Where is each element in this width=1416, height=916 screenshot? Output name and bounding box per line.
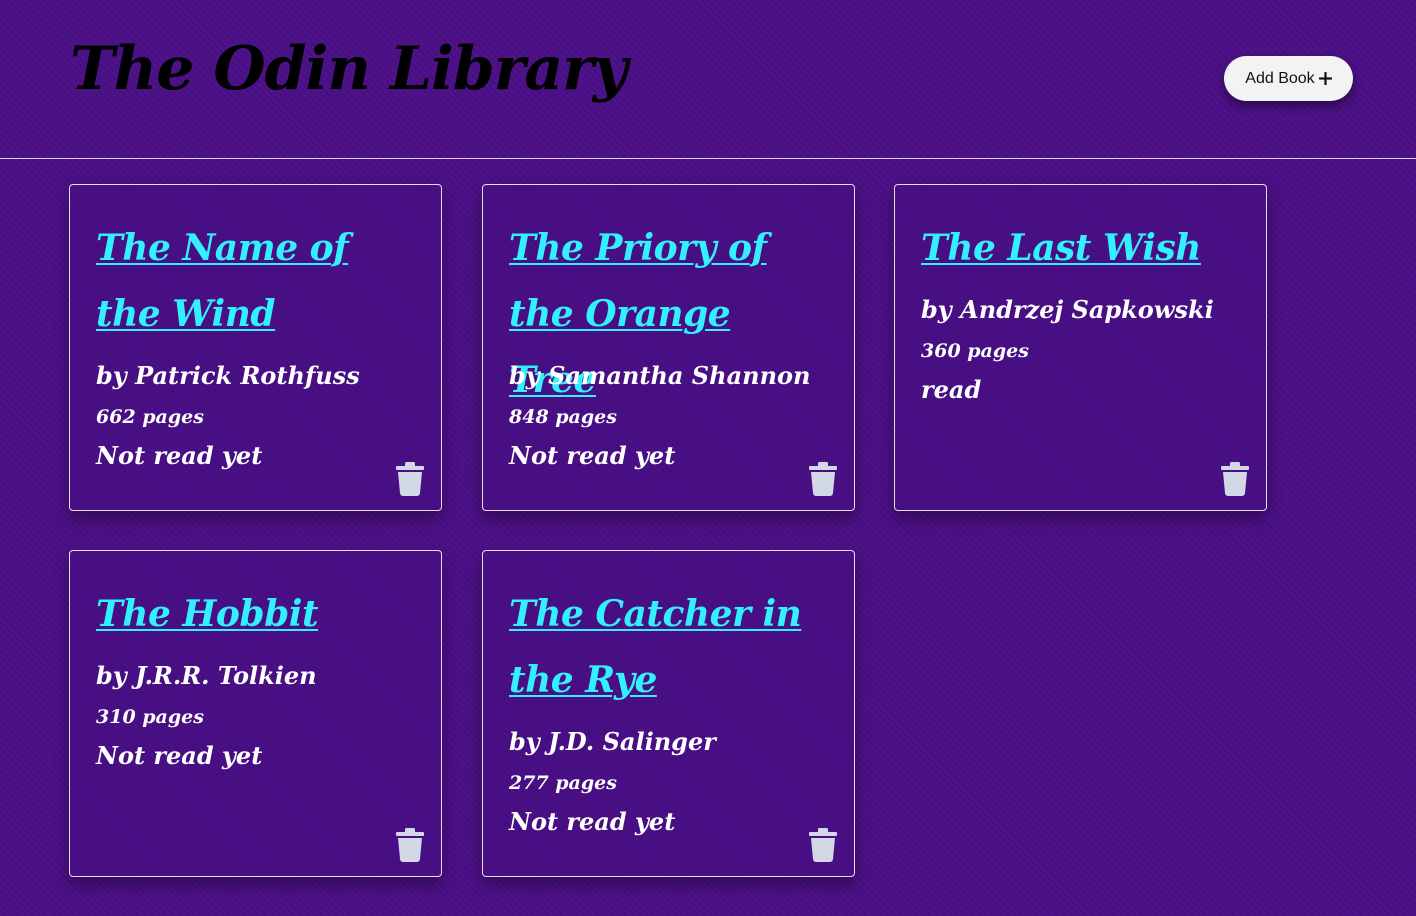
book-details: by Samantha Shannon 848 pages Not read y… (509, 361, 829, 471)
add-book-label: Add Book (1245, 69, 1315, 87)
book-card: The Name of the Wind by Patrick Rothfuss… (69, 184, 442, 511)
book-read-status[interactable]: Not read yet (96, 741, 416, 771)
trash-icon (1221, 462, 1249, 496)
delete-book-button[interactable] (809, 462, 837, 496)
book-title-link[interactable]: The Last Wish (921, 215, 1241, 281)
book-author: by Patrick Rothfuss (96, 361, 360, 390)
page-header: The Odin Library Add Book (0, 0, 1416, 159)
book-author: by J.D. Salinger (509, 727, 716, 756)
book-card: The Hobbit by J.R.R. Tolkien 310 pages N… (69, 550, 442, 877)
trash-icon (809, 828, 837, 862)
book-title-link[interactable]: The Catcher in the Rye (509, 581, 829, 713)
book-details: by Andrzej Sapkowski 360 pages read (921, 295, 1241, 405)
book-pages: 360 pages (921, 340, 1029, 362)
book-card: The Last Wish by Andrzej Sapkowski 360 p… (894, 184, 1267, 511)
book-read-status[interactable]: Not read yet (509, 807, 829, 837)
plus-icon (1318, 72, 1332, 85)
book-author: by J.R.R. Tolkien (96, 661, 317, 690)
trash-icon (396, 462, 424, 496)
book-card: The Priory of the Orange Tree by Samanth… (482, 184, 855, 511)
book-title-link[interactable]: The Hobbit (96, 581, 416, 647)
delete-book-button[interactable] (396, 462, 424, 496)
book-pages: 848 pages (509, 406, 617, 428)
book-pages: 662 pages (96, 406, 204, 428)
trash-icon (396, 828, 424, 862)
book-details: by J.D. Salinger 277 pages Not read yet (509, 727, 829, 837)
book-details: by Patrick Rothfuss 662 pages Not read y… (96, 361, 416, 471)
book-read-status[interactable]: Not read yet (96, 441, 416, 471)
book-pages: 277 pages (509, 772, 617, 794)
trash-icon (809, 462, 837, 496)
app-title: The Odin Library (70, 34, 628, 104)
add-book-button[interactable]: Add Book (1224, 56, 1353, 101)
book-read-status[interactable]: read (921, 375, 1241, 405)
book-author: by Andrzej Sapkowski (921, 295, 1214, 324)
delete-book-button[interactable] (809, 828, 837, 862)
book-pages: 310 pages (96, 706, 204, 728)
book-title-link[interactable]: The Name of the Wind (96, 215, 416, 347)
delete-book-button[interactable] (1221, 462, 1249, 496)
delete-book-button[interactable] (396, 828, 424, 862)
book-read-status[interactable]: Not read yet (509, 441, 829, 471)
book-details: by J.R.R. Tolkien 310 pages Not read yet (96, 661, 416, 771)
book-author: by Samantha Shannon (509, 361, 811, 390)
book-card: The Catcher in the Rye by J.D. Salinger … (482, 550, 855, 877)
